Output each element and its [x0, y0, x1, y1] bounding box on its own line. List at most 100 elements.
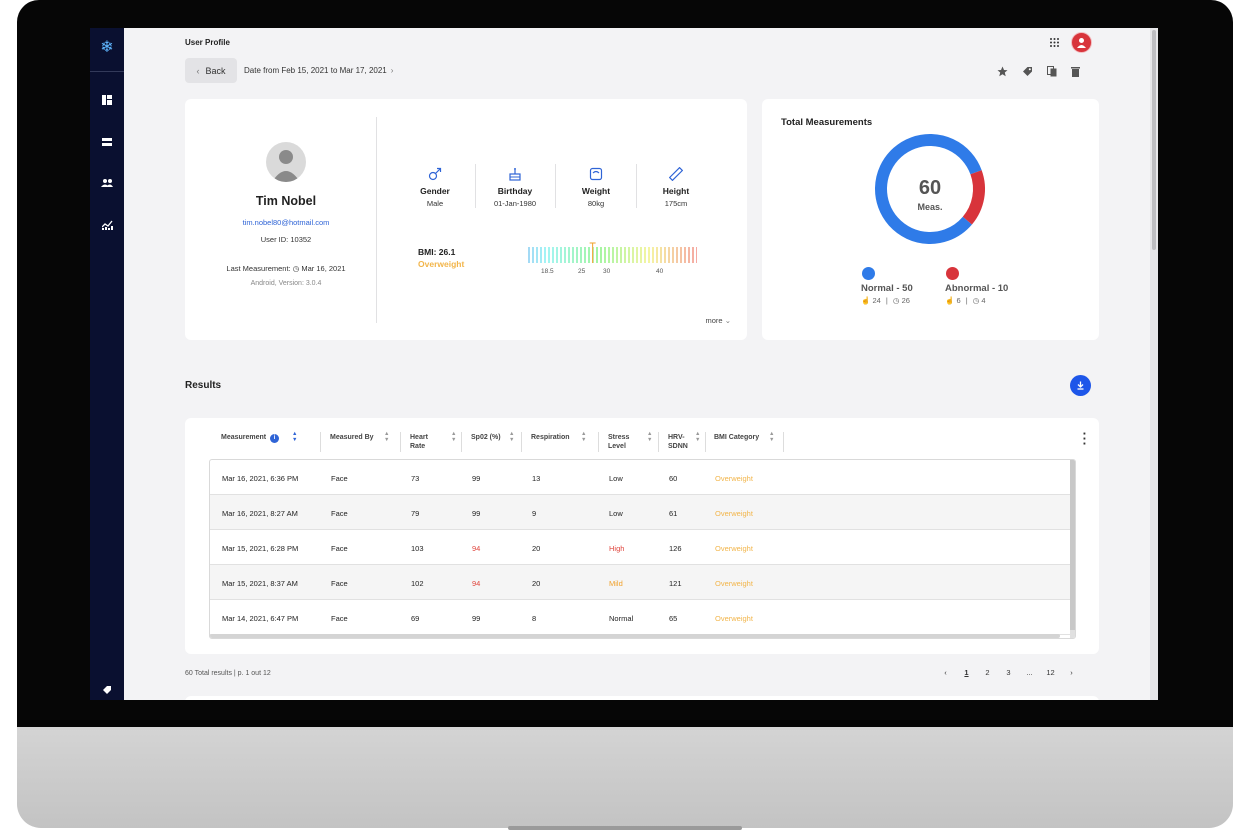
- profile-email[interactable]: tim.nobel80@hotmail.com: [185, 218, 387, 227]
- abnormal-other-count: 4: [981, 296, 986, 305]
- normal-other-count: 26: [901, 296, 910, 305]
- analytics-icon[interactable]: [90, 217, 124, 233]
- cell-measurement: Mar 16, 2021, 6:36 PM: [222, 474, 299, 483]
- cell-spo2: 94: [472, 579, 481, 588]
- date-range-picker[interactable]: Date from Feb 15, 2021 to Mar 17, 2021 ›: [244, 66, 393, 75]
- column-header-spo2[interactable]: Sp02 (%): [471, 433, 501, 442]
- info-icon[interactable]: i: [270, 434, 280, 443]
- more-button[interactable]: more ⌄: [706, 316, 731, 325]
- abnormal-liked-count: 6: [956, 296, 961, 305]
- stat-label: Height: [662, 186, 690, 196]
- total-title: Total Measurements: [781, 117, 873, 128]
- profile-user-id: User ID: 10352: [260, 235, 312, 244]
- page-button-2[interactable]: 2: [977, 668, 998, 677]
- trash-icon[interactable]: [1071, 64, 1080, 82]
- column-header-measurement[interactable]: Measurement i: [221, 433, 280, 443]
- sort-icon[interactable]: ▲ ▼: [451, 431, 456, 443]
- cell-respiration: 20: [532, 579, 541, 588]
- table-horizontal-scrollbar[interactable]: [210, 634, 1060, 638]
- column-header-label: BMI Category: [714, 434, 760, 441]
- table-body: Mar 16, 2021, 6:36 PM Face 73 99 13 Low …: [209, 459, 1076, 639]
- measurements-donut: 60 Meas.: [875, 134, 985, 244]
- list-icon[interactable]: [90, 134, 124, 150]
- cell-bmi-category: Overweight: [715, 614, 753, 623]
- tag-edit-icon[interactable]: [1022, 64, 1033, 82]
- chevron-right-icon: ›: [390, 66, 394, 75]
- cell-heart-rate: 73: [411, 474, 420, 483]
- column-header-bmi-category[interactable]: BMI Category: [714, 433, 759, 442]
- table-vertical-scrollbar[interactable]: [1070, 460, 1075, 638]
- cell-measurement: Mar 15, 2021, 6:28 PM: [222, 544, 299, 553]
- scrollbar-thumb[interactable]: [1070, 460, 1075, 630]
- main-content: User Profile ‹ Back Date from Feb 15, 20…: [124, 28, 1150, 700]
- bmi-scale-bars: [528, 242, 702, 263]
- user-icon: [1077, 38, 1086, 48]
- hand-icon: ☝: [861, 296, 871, 305]
- star-icon[interactable]: [997, 64, 1008, 82]
- cell-bmi-category: Overweight: [715, 579, 753, 588]
- bmi-tick: 40: [656, 268, 664, 275]
- bmi-value: BMI: 26.1: [418, 247, 456, 257]
- page-button-12[interactable]: 12: [1040, 668, 1061, 677]
- tag-icon[interactable]: [90, 682, 124, 698]
- cell-hrv-sdnn: 61: [669, 509, 678, 518]
- sort-icon[interactable]: ▲ ▼: [292, 431, 297, 443]
- back-button[interactable]: ‹ Back: [185, 58, 237, 83]
- cell-measured-by: Face: [331, 474, 348, 483]
- legend-normal: Normal - 50 ☝ 24 | ◷ 26: [861, 267, 913, 305]
- dashboard-icon[interactable]: [90, 92, 124, 108]
- copy-icon[interactable]: [1047, 64, 1057, 82]
- download-button[interactable]: [1070, 375, 1091, 396]
- page-button-1[interactable]: 1: [956, 668, 977, 677]
- table-row[interactable]: Mar 16, 2021, 6:36 PM Face 73 99 13 Low …: [210, 460, 1071, 495]
- cell-bmi-category: Overweight: [715, 544, 753, 553]
- legend-normal-dot: [862, 267, 875, 280]
- table-row[interactable]: Mar 15, 2021, 6:28 PM Face 103 94 20 Hig…: [210, 530, 1071, 565]
- last-measurement-date: Mar 16, 2021: [301, 264, 346, 273]
- prev-page-button[interactable]: ‹: [935, 668, 956, 677]
- apps-grid-icon[interactable]: [1050, 34, 1059, 52]
- bmi-marker: [589, 242, 596, 263]
- more-vertical-icon[interactable]: · · ·: [1083, 427, 1087, 450]
- page-scrollbar-thumb[interactable]: [1152, 30, 1156, 250]
- clock-icon: ◷: [972, 296, 980, 305]
- cell-spo2: 99: [472, 474, 481, 483]
- column-header-stress-level[interactable]: Stress Level: [608, 433, 640, 451]
- cell-measured-by: Face: [331, 579, 348, 588]
- sort-icon[interactable]: ▲ ▼: [769, 431, 774, 443]
- legend-abnormal: Abnormal - 10 ☝ 6 | ◷ 4: [945, 267, 1008, 305]
- table-row[interactable]: Mar 16, 2021, 8:27 AM Face 79 99 9 Low 6…: [210, 495, 1071, 530]
- sort-icon[interactable]: ▲ ▼: [384, 431, 389, 443]
- column-header-heart-rate[interactable]: Heart Rate: [410, 433, 444, 451]
- table-row[interactable]: Mar 15, 2021, 8:37 AM Face 102 94 20 Mil…: [210, 565, 1071, 600]
- table-header: Measurement i ▲ ▼ Measured By ▲ ▼ Heart Ra…: [185, 418, 1099, 458]
- cell-measurement: Mar 14, 2021, 6:47 PM: [222, 614, 299, 623]
- sort-icon[interactable]: ▲ ▼: [647, 431, 652, 443]
- total-measurements-card: Total Measurements 60 Meas. Normal - 50 …: [762, 99, 1099, 340]
- bmi-scale: 18.5 25 30 40: [517, 242, 702, 282]
- cell-bmi-category: Overweight: [715, 474, 753, 483]
- chevron-left-icon: ‹: [196, 65, 200, 76]
- results-table-card: Measurement i ▲ ▼ Measured By ▲ ▼ Heart Ra…: [185, 418, 1099, 654]
- column-header-measured-by[interactable]: Measured By: [330, 433, 374, 442]
- sort-icon[interactable]: ▲ ▼: [695, 431, 700, 443]
- cell-stress-level: High: [609, 544, 625, 553]
- column-separator: [658, 432, 659, 452]
- sort-icon[interactable]: ▲ ▼: [581, 431, 586, 443]
- legend-abnormal-breakdown: ☝ 6 | ◷ 4: [945, 296, 1008, 305]
- stat-birthday: Birthday 01-Jan-1980: [475, 165, 555, 208]
- sort-icon[interactable]: ▲ ▼: [509, 431, 514, 443]
- user-avatar[interactable]: [1071, 32, 1092, 53]
- page-scrollbar[interactable]: [1150, 28, 1158, 700]
- table-row[interactable]: Mar 14, 2021, 6:47 PM Face 69 99 8 Norma…: [210, 600, 1071, 635]
- cell-hrv-sdnn: 121: [669, 579, 682, 588]
- column-header-respiration[interactable]: Respiration: [531, 433, 570, 442]
- cell-hrv-sdnn: 126: [669, 544, 682, 553]
- users-icon[interactable]: [90, 175, 124, 191]
- stat-gender: Gender Male: [395, 165, 475, 208]
- next-page-button[interactable]: ›: [1061, 668, 1082, 677]
- page-button-3[interactable]: 3: [998, 668, 1019, 677]
- cell-measured-by: Face: [331, 544, 348, 553]
- column-separator: [400, 432, 401, 452]
- column-header-hrv-sdnn[interactable]: HRV-SDNN: [668, 433, 692, 451]
